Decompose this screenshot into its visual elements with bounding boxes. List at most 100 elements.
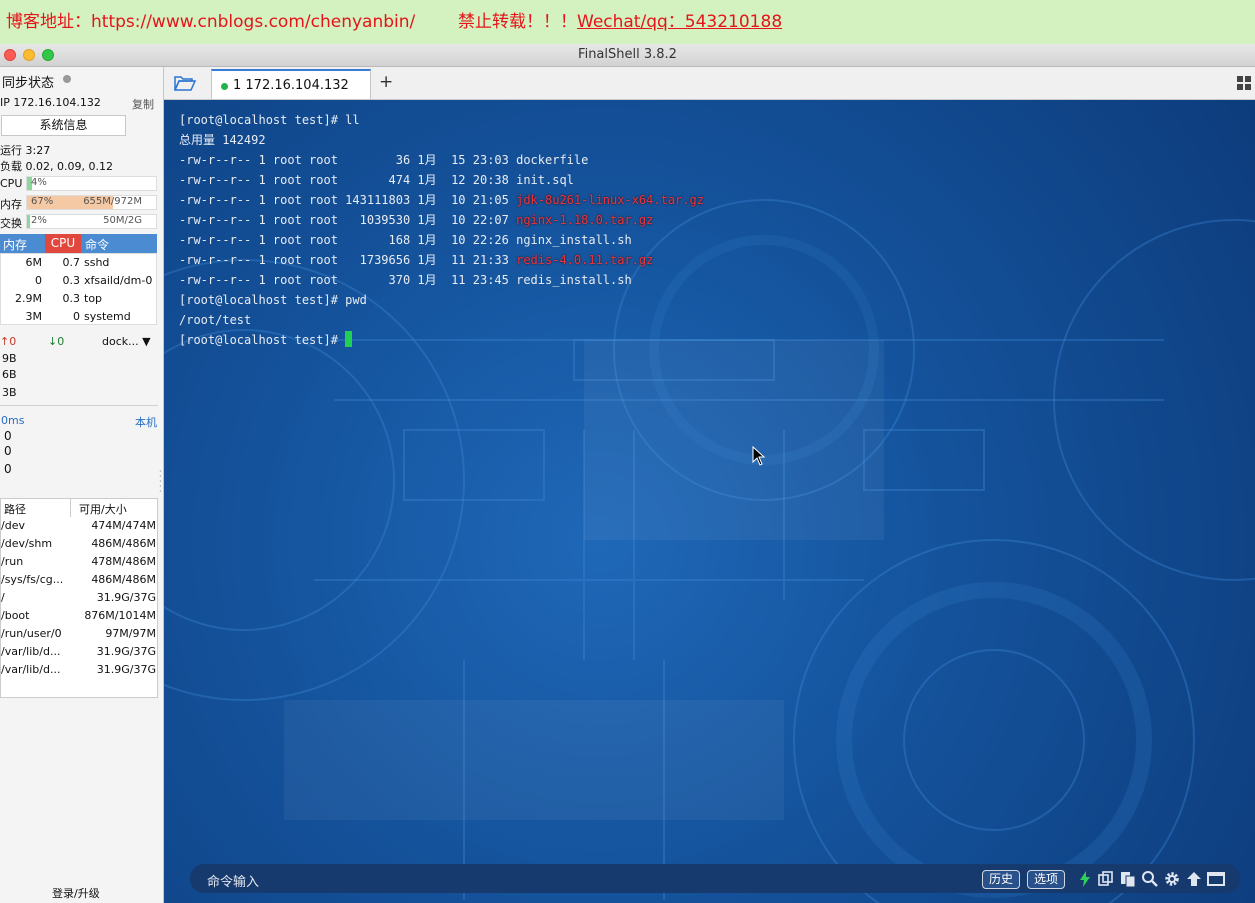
process-mem: 0 xyxy=(35,274,42,287)
arrow-up-icon: ↑ xyxy=(0,335,10,348)
disk-row[interactable]: /dev/shm 486M/486M xyxy=(1,535,158,553)
column-path[interactable]: 路径 xyxy=(4,501,26,517)
process-cpu: 0.3 xyxy=(62,274,81,287)
window-icon[interactable] xyxy=(1207,870,1225,888)
disk-row[interactable]: /run/user/0 97M/97M xyxy=(1,625,158,643)
disk-row[interactable]: /var/lib/d... 31.9G/37G xyxy=(1,661,158,679)
monitor-sidebar: 同步状态 IP 172.16.104.132 复制 系统信息 运行 3:27 负… xyxy=(0,67,164,903)
column-cpu[interactable]: CPU xyxy=(45,234,81,253)
net-download-value: 0 xyxy=(57,335,65,348)
splitter-handle[interactable]: · · · · · xyxy=(159,468,162,496)
column-command[interactable]: 命令 xyxy=(85,236,109,253)
process-row[interactable]: 6M 0.7 sshd xyxy=(1,254,158,272)
memory-detail: 655M/972M xyxy=(83,196,142,207)
memory-percent: 67% xyxy=(31,196,54,207)
login-upgrade-link[interactable]: 登录/升级 xyxy=(52,885,100,901)
swap-label: 交换 xyxy=(0,217,22,230)
disk-path: / xyxy=(1,591,5,604)
upload-icon[interactable] xyxy=(1185,870,1203,888)
swap-detail: 50M/2G xyxy=(103,215,142,226)
net-upload-value: 0 xyxy=(9,335,17,348)
history-button[interactable]: 历史 xyxy=(982,870,1021,889)
disk-size: 474M/474M xyxy=(91,519,156,532)
terminal-line: -rw-r--r-- 1 root root 474 1月 12 20:38 i… xyxy=(179,170,704,190)
uptime-text: 运行 3:27 xyxy=(0,144,51,157)
process-row[interactable]: 3M 0 systemd xyxy=(1,308,158,326)
terminal-line-text: [root@localhost test]# ll xyxy=(179,113,360,127)
plus-icon[interactable]: + xyxy=(379,72,393,92)
terminal-line: -rw-r--r-- 1 root root 1739656 1月 11 21:… xyxy=(179,250,704,270)
terminal-line-text: -rw-r--r-- 1 root root 36 1月 15 23:03 xyxy=(179,153,517,167)
terminal-line: [root@localhost test]# pwd xyxy=(179,290,704,310)
disk-path: /var/lib/d... xyxy=(1,663,61,676)
process-cpu: 0.3 xyxy=(62,292,81,305)
terminal-file-name: nginx-1.18.0.tar.gz xyxy=(516,213,654,227)
terminal-pane[interactable]: [root@localhost test]# ll 总用量 142492 -rw-r… xyxy=(164,100,1255,903)
bolt-icon[interactable] xyxy=(1076,870,1094,888)
net-download: ↓0 xyxy=(48,335,64,348)
terminal-line-text: [root@localhost test]# pwd xyxy=(179,293,367,307)
sync-status-indicator xyxy=(63,75,71,83)
cpu-percent: 4% xyxy=(31,177,47,188)
ping-value: 0 xyxy=(4,444,12,458)
window-titlebar: FinalShell 3.8.2 xyxy=(0,44,1255,67)
disk-path: /run/user/0 xyxy=(1,627,62,640)
banner-contact: Wechat/qq：543210188 xyxy=(577,12,783,32)
terminal-line-text: -rw-r--r-- 1 root root 1739656 1月 11 21:… xyxy=(179,253,517,267)
column-memory[interactable]: 内存 xyxy=(3,236,27,253)
network-interface-label: dock... xyxy=(102,335,139,348)
options-button[interactable]: 选项 xyxy=(1027,870,1066,889)
network-interface-select[interactable]: dock... ▼ xyxy=(102,335,151,348)
disk-size: 31.9G/37G xyxy=(96,591,156,604)
terminal-file-name: nginx_install.sh xyxy=(516,233,632,247)
copy-icon[interactable] xyxy=(1097,870,1115,888)
banner-notice: 禁止转载！！！Wechat/qq：543210188 xyxy=(458,0,782,44)
command-input[interactable]: 命令输入 xyxy=(207,871,259,890)
session-tab-bar: 1 172.16.104.132 + xyxy=(164,67,1255,100)
disk-row[interactable]: / 31.9G/37G xyxy=(1,589,158,607)
swap-percent: 2% xyxy=(31,215,47,226)
process-row[interactable]: 0 0.3 xfsaild/dm-0 xyxy=(1,272,158,290)
disk-size: 478M/486M xyxy=(91,555,156,568)
cpu-label: CPU xyxy=(0,177,23,190)
process-cpu: 0 xyxy=(73,310,80,323)
search-icon[interactable] xyxy=(1141,870,1159,888)
net-scale-label: 6B xyxy=(2,368,17,381)
disk-path: /dev xyxy=(1,519,25,532)
disk-row[interactable]: /boot 876M/1014M xyxy=(1,607,158,625)
tab-session-1[interactable]: 1 172.16.104.132 xyxy=(211,69,371,99)
disk-row[interactable]: /dev 474M/474M xyxy=(1,517,158,535)
swap-usage-bar: 2% 50M/2G xyxy=(26,214,157,229)
process-row[interactable]: 2.9M 0.3 top xyxy=(1,290,158,308)
folder-icon[interactable] xyxy=(174,75,196,91)
window-title: FinalShell 3.8.2 xyxy=(578,47,677,62)
gear-icon[interactable] xyxy=(1163,870,1181,888)
process-mem: 6M xyxy=(25,256,43,269)
terminal-line: -rw-r--r-- 1 root root 143111803 1月 10 2… xyxy=(179,190,704,210)
process-cpu: 0.7 xyxy=(62,256,81,269)
system-info-button[interactable]: 系统信息 xyxy=(1,115,126,136)
column-size[interactable]: 可用/大小 xyxy=(79,501,127,517)
process-table: 6M 0.7 sshd 0 0.3 xfsaild/dm-0 2.9M 0.3 … xyxy=(0,253,157,325)
ping-host[interactable]: 本机 xyxy=(135,414,157,430)
disk-row[interactable]: /sys/fs/cg... 486M/486M xyxy=(1,571,158,589)
disk-row[interactable]: /var/lib/d... 31.9G/37G xyxy=(1,643,158,661)
mouse-cursor-icon xyxy=(752,446,766,466)
terminal-line-text: [root@localhost test]# xyxy=(179,333,346,347)
disk-row[interactable]: /run 478M/486M xyxy=(1,553,158,571)
disk-table-header: 路径 可用/大小 xyxy=(1,499,158,517)
net-scale-label: 3B xyxy=(2,386,17,399)
terminal-line: -rw-r--r-- 1 root root 36 1月 15 23:03 do… xyxy=(179,150,704,170)
terminal-cursor xyxy=(345,331,353,347)
layout-grid-icon[interactable] xyxy=(1237,76,1251,90)
disk-size: 31.9G/37G xyxy=(96,645,156,658)
ping-latency: 0ms xyxy=(1,414,25,427)
disk-size: 486M/486M xyxy=(91,537,156,550)
section-divider xyxy=(0,405,158,406)
terminal-file-name: init.sql xyxy=(516,173,574,187)
cpu-usage-bar: 4% xyxy=(26,176,157,191)
paste-icon[interactable] xyxy=(1119,870,1137,888)
tab-label: 1 172.16.104.132 xyxy=(233,78,349,93)
copy-ip-button[interactable]: 复制 xyxy=(132,96,154,112)
process-mem: 2.9M xyxy=(15,292,42,305)
